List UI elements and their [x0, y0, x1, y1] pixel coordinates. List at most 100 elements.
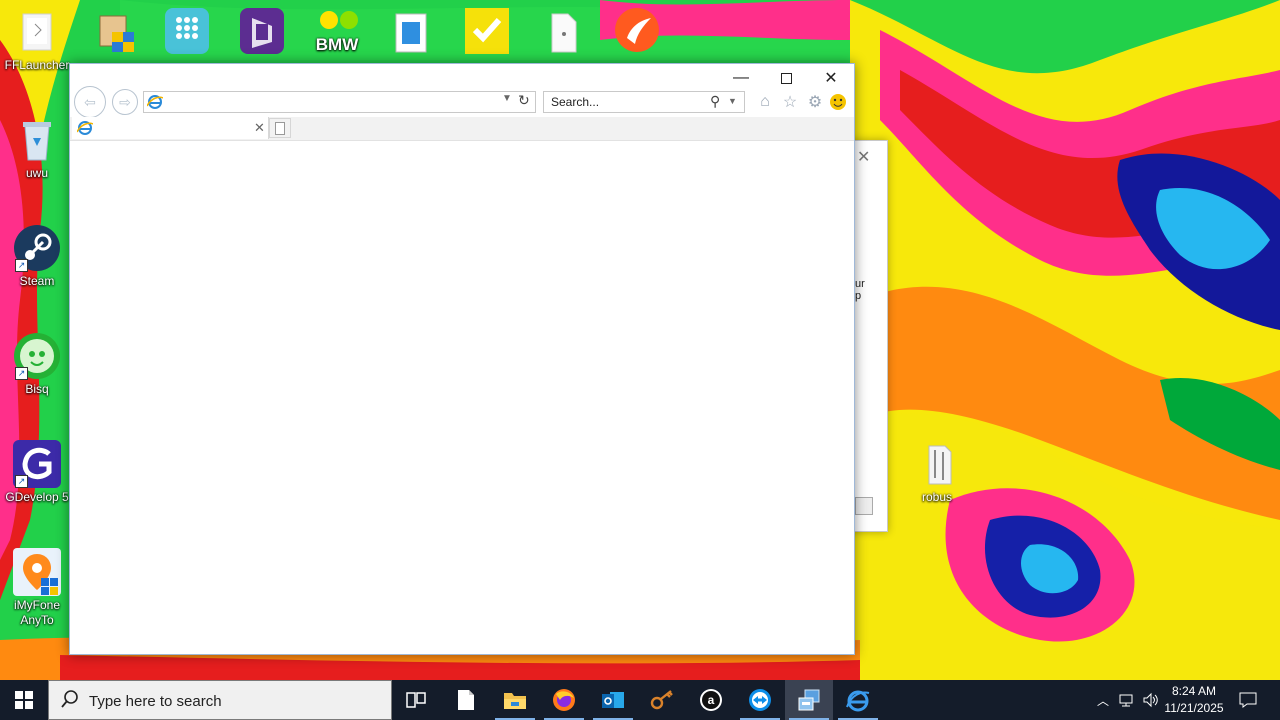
tab-active[interactable]: ✕	[72, 117, 269, 139]
gear-icon[interactable]: ⚙	[805, 92, 825, 112]
folder-icon	[13, 8, 61, 56]
refresh-icon[interactable]: ↻	[518, 92, 530, 109]
internet-explorer-window: — ✕ ⇦ ⇨ ▼ ↻ Search... ⚲ ▼ ⌂ ☆ ⚙ ✕	[69, 63, 855, 655]
shortcut-arrow-icon: ↗	[15, 475, 28, 488]
favorites-star-icon[interactable]: ☆	[780, 92, 800, 112]
desktop-icon-label: Bisq	[25, 382, 49, 396]
taskbar-control-panel[interactable]	[785, 680, 833, 720]
close-button[interactable]: ✕	[808, 64, 854, 92]
desktop-icon-file[interactable]	[526, 8, 598, 56]
desktop-icon-checkmark-app[interactable]	[451, 8, 523, 56]
clock-time: 8:24 AM	[1171, 684, 1217, 698]
address-bar[interactable]: ▼ ↻	[143, 91, 536, 113]
amazon-icon: a	[700, 689, 722, 711]
desktop-icon-uwu[interactable]: uwu	[1, 116, 73, 181]
desktop-icon-robus[interactable]: robus	[901, 440, 973, 505]
task-view-icon	[406, 692, 426, 708]
dialog-button-fragment[interactable]	[855, 497, 873, 515]
home-icon[interactable]: ⌂	[755, 92, 775, 112]
firefox-icon	[553, 689, 575, 711]
new-tab-button[interactable]	[269, 118, 291, 138]
desktop-icon-imyfone[interactable]: iMyFone AnyTo	[1, 548, 73, 628]
taskbar-firefox[interactable]	[540, 680, 588, 720]
maximize-icon	[780, 72, 792, 84]
desktop-icon-folder-docs[interactable]	[376, 8, 448, 56]
svg-text:a: a	[708, 693, 715, 707]
taskbar-amazon[interactable]: a	[687, 680, 735, 720]
desktop-icon-label: robus	[921, 490, 953, 504]
tab-close-icon[interactable]: ✕	[254, 120, 265, 136]
back-button[interactable]: ⇦	[74, 86, 106, 118]
bmw-text: BMW	[316, 35, 359, 54]
ie-tab-icon	[76, 120, 94, 139]
teamviewer-icon	[749, 689, 771, 711]
imyfone-icon	[13, 548, 61, 596]
control-panel-icon	[798, 689, 820, 711]
close-icon: ✕	[824, 70, 838, 87]
network-icon	[1119, 694, 1133, 707]
page-content[interactable]	[70, 141, 854, 654]
taskbar-outlook[interactable]	[589, 680, 637, 720]
dialog-fragment-line2: p	[855, 290, 862, 302]
task-view-button[interactable]	[392, 680, 440, 720]
key-app-icon	[650, 690, 673, 710]
search-box[interactable]: Search... ⚲ ▼	[543, 91, 745, 113]
minimize-icon: —	[733, 69, 749, 86]
ie-page-icon	[146, 94, 164, 113]
show-hidden-icons-button[interactable]: ︿	[1092, 680, 1114, 720]
gdevelop-icon: ↗	[13, 440, 61, 488]
action-center-button[interactable]	[1232, 680, 1264, 720]
taskbar-internet-explorer[interactable]	[834, 680, 882, 720]
desktop-icon-gdevelop[interactable]: ↗ GDevelop 5	[1, 440, 73, 505]
desktop-icon-fflauncher[interactable]: FFLauncher	[1, 8, 73, 73]
notepad-icon	[458, 690, 474, 710]
desktop-icon-steam[interactable]: ↗ Steam	[1, 224, 73, 289]
dialog-fragment-line1: ur	[855, 278, 865, 290]
clock-date: 11/21/2025	[1164, 701, 1224, 715]
steam-icon: ↗	[13, 224, 61, 272]
installer-icon	[90, 8, 138, 56]
file-explorer-icon	[504, 693, 526, 709]
taskbar-teamviewer[interactable]	[736, 680, 784, 720]
address-dropdown-icon[interactable]: ▼	[502, 93, 512, 104]
bmw-icon: BMW	[313, 8, 361, 56]
taskbar-notepad[interactable]	[442, 680, 490, 720]
folder-docs-icon	[388, 8, 436, 56]
internet-explorer-icon	[846, 690, 870, 712]
forward-arrow-icon: ⇨	[119, 93, 131, 110]
network-button[interactable]	[1116, 680, 1138, 720]
shortcut-arrow-icon: ↗	[15, 367, 28, 380]
desktop-icon-visual-studio[interactable]	[226, 8, 298, 56]
taskbar-key-app[interactable]	[638, 680, 686, 720]
desktop-icon-orange-app[interactable]	[601, 8, 673, 56]
desktop-icon-installer[interactable]	[78, 8, 150, 56]
smiley-feedback-icon[interactable]	[828, 92, 848, 112]
desktop-icon-label: GDevelop 5	[5, 490, 69, 504]
windows-logo-icon	[15, 691, 33, 709]
taskbar-search-box[interactable]: Type here to search	[48, 680, 392, 720]
desktop-icon-dialpad[interactable]	[151, 8, 223, 56]
background-dialog[interactable]: ✕ ur p	[850, 140, 888, 532]
taskbar-search-placeholder: Type here to search	[89, 693, 222, 710]
shortcut-arrow-icon: ↗	[15, 259, 28, 272]
minimize-button[interactable]: —	[718, 64, 764, 92]
taskbar-clock[interactable]: 8:24 AM 11/21/2025	[1160, 683, 1228, 717]
start-button[interactable]	[0, 680, 48, 720]
search-icon[interactable]: ⚲	[710, 93, 720, 110]
close-icon[interactable]: ✕	[857, 147, 870, 167]
search-dropdown-icon[interactable]: ▼	[728, 96, 737, 106]
volume-button[interactable]	[1140, 680, 1162, 720]
search-placeholder: Search...	[551, 95, 600, 109]
chevron-up-icon: ︿	[1096, 693, 1109, 708]
file-icon	[538, 8, 586, 56]
orange-app-icon	[613, 8, 661, 56]
forward-button[interactable]: ⇨	[112, 89, 138, 115]
maximize-button[interactable]	[763, 64, 809, 92]
desktop-icon-label: iMyFone AnyTo	[13, 598, 60, 627]
desktop-icon-bisq[interactable]: ↗ Bisq	[1, 332, 73, 397]
desktop-icon-bmw[interactable]: BMW	[301, 8, 373, 56]
taskbar-file-explorer[interactable]	[491, 680, 539, 720]
volume-icon	[1143, 692, 1158, 708]
bisq-icon: ↗	[13, 332, 61, 380]
desktop-icon-label: uwu	[25, 166, 48, 180]
